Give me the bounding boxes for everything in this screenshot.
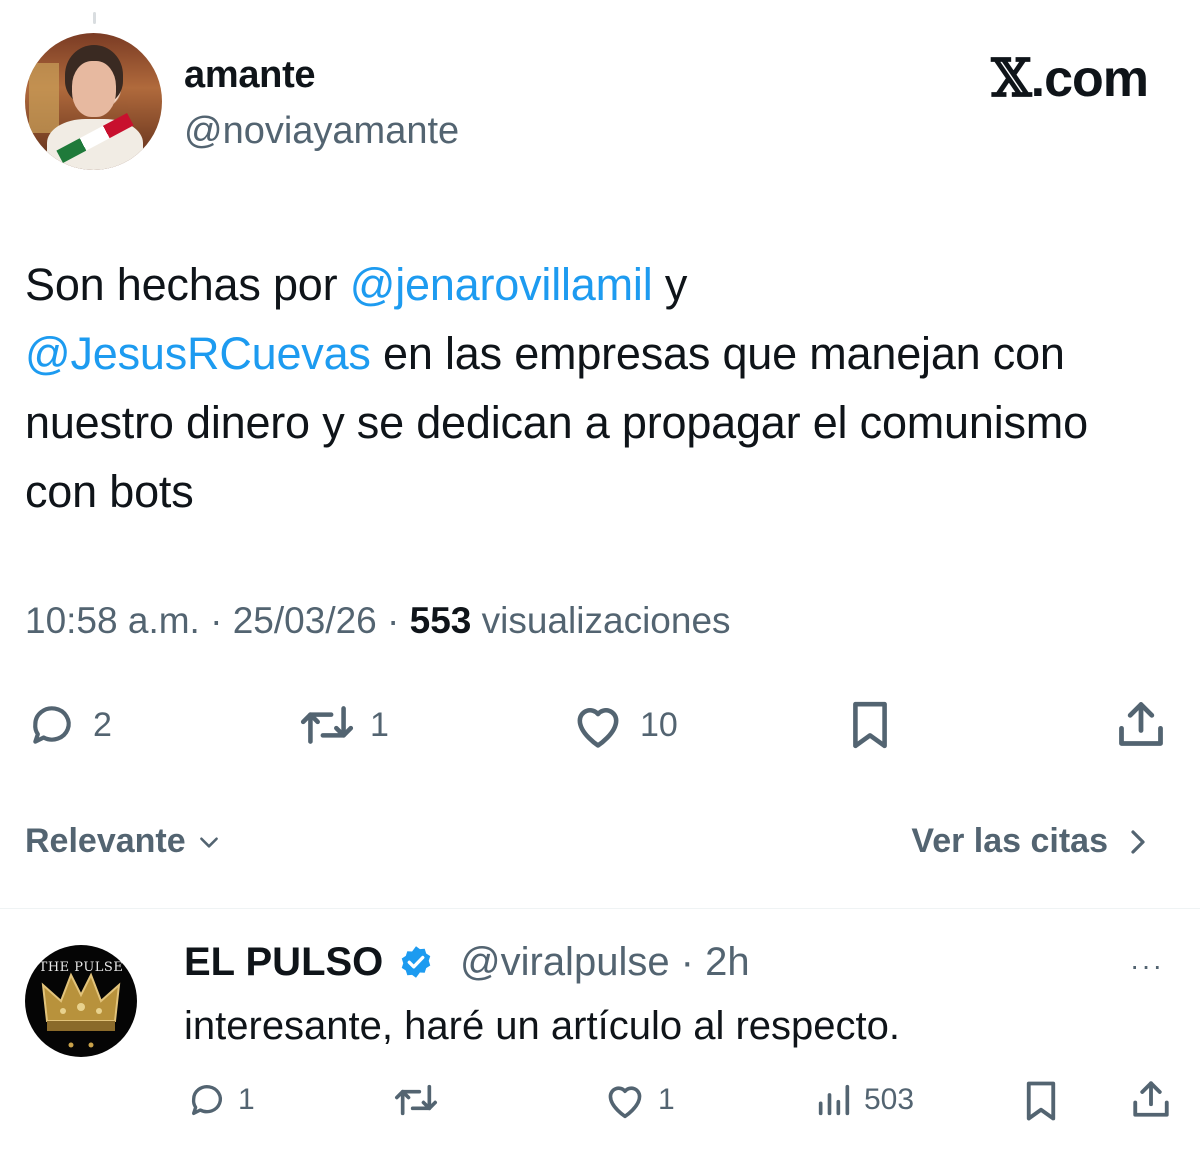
- views-label[interactable]: visualizaciones: [471, 600, 731, 641]
- reply-count: 2: [93, 705, 112, 744]
- share-icon: [1133, 1081, 1169, 1117]
- view-quotes-label: Ver las citas: [911, 822, 1108, 860]
- bookmark-icon: [1026, 1081, 1056, 1121]
- tweet-text: Son hechas por @jenarovillamil y @JesusR…: [25, 250, 1155, 526]
- tweet-date[interactable]: 25/03/26: [233, 600, 377, 641]
- view-quotes-link[interactable]: Ver las citas: [911, 822, 1150, 861]
- reply-bookmark-button[interactable]: [1022, 1080, 1060, 1122]
- heart-icon: [577, 708, 619, 748]
- author-avatar[interactable]: [25, 33, 162, 170]
- meta-separator: ·: [376, 600, 410, 641]
- comment-icon: [191, 1085, 222, 1115]
- reply-handle-time[interactable]: @viralpulse · 2h: [460, 940, 750, 985]
- crown-icon: [41, 972, 121, 1048]
- mention-link[interactable]: @JesusRCuevas: [25, 328, 371, 379]
- divider: [0, 908, 1200, 909]
- reply-button[interactable]: 2: [25, 700, 112, 750]
- views-chart-icon: [818, 1084, 850, 1116]
- chevron-right-icon: [1131, 829, 1145, 854]
- like-count: 10: [640, 705, 678, 744]
- reply-views-count: 503: [864, 1083, 915, 1116]
- reply-views-button[interactable]: 503: [814, 1080, 914, 1120]
- reply-repost-button[interactable]: [392, 1080, 440, 1120]
- reply-reply-button[interactable]: 1: [186, 1080, 255, 1120]
- repost-icon: [300, 706, 354, 744]
- chevron-down-icon: [199, 836, 218, 848]
- reply-text: interesante, haré un artículo al respect…: [184, 1004, 900, 1048]
- views-count[interactable]: 553: [410, 600, 472, 641]
- tweet-time[interactable]: 10:58 a.m.: [25, 600, 200, 641]
- x-logo: 𝕏.com: [991, 48, 1149, 109]
- bookmark-icon: [853, 701, 887, 749]
- reply-like-button[interactable]: 1: [602, 1080, 675, 1120]
- repost-button[interactable]: 1: [298, 700, 389, 750]
- bookmark-button[interactable]: [847, 700, 893, 750]
- reply-share-button[interactable]: [1130, 1078, 1172, 1120]
- brand-suffix: .com: [1030, 50, 1149, 108]
- mention-link[interactable]: @jenarovillamil: [350, 259, 653, 310]
- share-button[interactable]: [1115, 698, 1167, 750]
- author-display-name[interactable]: amante: [184, 54, 316, 97]
- comment-icon: [33, 706, 71, 744]
- x-mark-icon: 𝕏: [991, 48, 1031, 109]
- like-button[interactable]: 10: [570, 700, 678, 750]
- reply-display-name[interactable]: EL PULSO: [184, 940, 434, 985]
- verified-badge-icon: [402, 946, 431, 978]
- reply-reply-count: 1: [238, 1083, 255, 1116]
- author-handle[interactable]: @noviayamante: [184, 110, 459, 153]
- tweet-text-part: Son hechas por: [25, 259, 350, 310]
- sort-label: Relevante: [25, 822, 186, 860]
- repost-icon: [395, 1084, 437, 1116]
- heart-icon: [608, 1086, 642, 1119]
- reply-name-text: EL PULSO: [184, 940, 384, 984]
- more-options-icon[interactable]: ···: [1130, 950, 1164, 982]
- reply-avatar[interactable]: THE PULSE: [25, 945, 137, 1057]
- meta-separator: ·: [199, 600, 233, 641]
- share-icon: [1119, 702, 1163, 746]
- tweet-text-part: y: [652, 259, 688, 310]
- reply-like-count: 1: [658, 1083, 675, 1116]
- sort-dropdown[interactable]: Relevante: [25, 822, 222, 861]
- drag-handle: [93, 12, 96, 24]
- tweet-meta: 10:58 a.m. · 25/03/26 · 553 visualizacio…: [25, 600, 731, 642]
- repost-count: 1: [370, 705, 389, 744]
